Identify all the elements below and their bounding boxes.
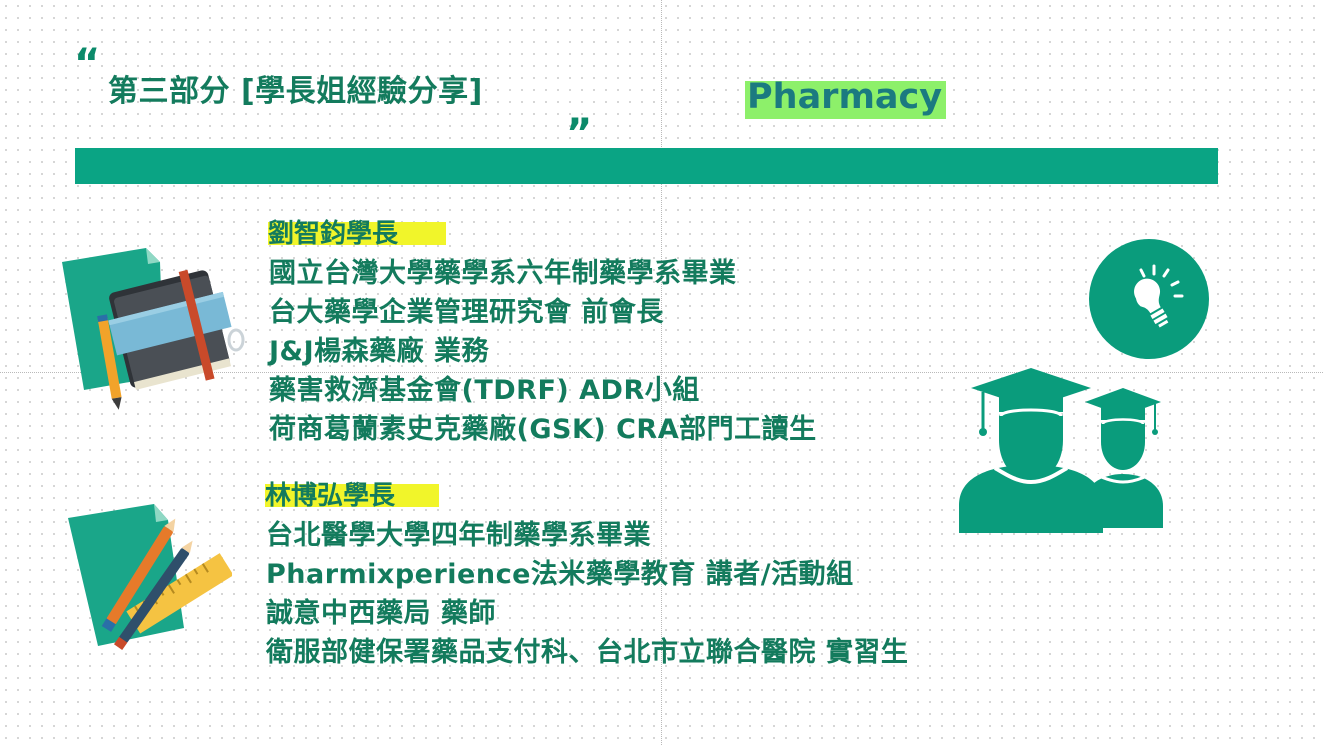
profile-1-name: 劉智鈞學長 [268, 213, 446, 250]
profile-1-line: 藥害救濟基金會(TDRF) ADR小組 [269, 375, 700, 406]
notebook-icon [62, 248, 245, 410]
profile-2-lines: 台北醫學大學四年制藥學系畢業 Pharmixperience法米藥學教育 講者/… [266, 516, 908, 672]
pharmacy-tag: Pharmacy [745, 77, 946, 119]
title-band [75, 148, 1218, 184]
profile-1-line: 台大藥學企業管理研究會 前會長 [269, 297, 664, 328]
lightbulb-icon [1089, 239, 1209, 359]
profile-1-line: J&J楊森藥廠 業務 [269, 336, 490, 367]
graduates-icon [959, 368, 1163, 533]
profile-1-line: 國立台灣大學藥學系六年制藥學系畢業 [269, 258, 737, 289]
profile-2-line: 誠意中西藥局 藥師 [266, 598, 496, 629]
profile-2-line: Pharmixperience法米藥學教育 講者/活動組 [266, 559, 854, 590]
slide-title: 第三部分 [學長姐經驗分享] [108, 74, 483, 109]
profile-2-line: 台北醫學大學四年制藥學系畢業 [266, 520, 651, 551]
profile-2-line: 衛服部健保署藥品支付科、台北市立聯合醫院 實習生 [266, 637, 909, 668]
profile-1-line: 荷商葛蘭素史克藥廠(GSK) CRA部門工讀生 [269, 414, 817, 445]
stationery-icon [68, 504, 232, 650]
slide: “ 第三部分 [學長姐經驗分享] ” Pharmacy 劉智鈞學長 國立台灣大學… [0, 0, 1323, 745]
open-quote-mark: “ [74, 41, 101, 87]
pharmacy-tag-label: Pharmacy [747, 77, 943, 117]
profile-1-lines: 國立台灣大學藥學系六年制藥學系畢業 台大藥學企業管理研究會 前會長 J&J楊森藥… [269, 254, 817, 449]
profile-2-name: 林博弘學長 [265, 475, 439, 512]
